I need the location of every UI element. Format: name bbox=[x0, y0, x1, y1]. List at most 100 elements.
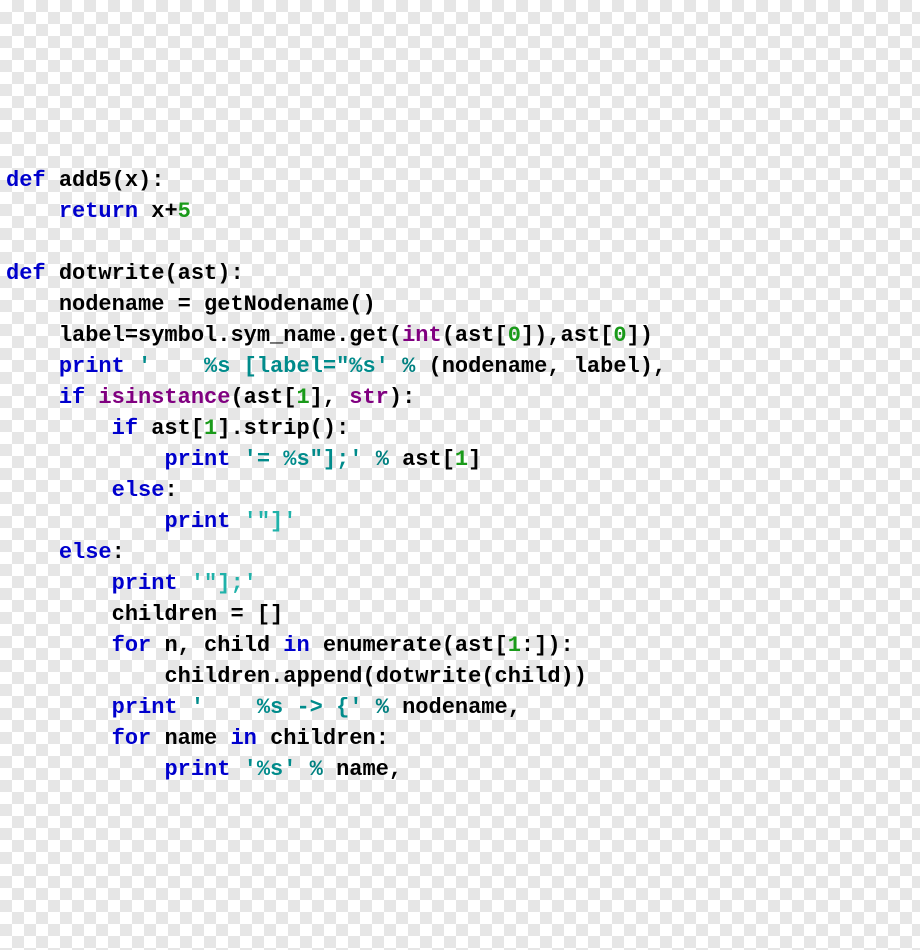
eq-op: = bbox=[230, 602, 243, 627]
keyword-else: else bbox=[112, 478, 165, 503]
rparen: ) bbox=[640, 354, 653, 379]
comma: , bbox=[178, 633, 191, 658]
colon: : bbox=[561, 633, 574, 658]
keyword-if: if bbox=[59, 385, 85, 410]
code-line: print '= %s"];' % ast[1] bbox=[6, 447, 481, 472]
keyword-print: print bbox=[164, 509, 230, 534]
keyword-def: def bbox=[6, 261, 46, 286]
keyword-in: in bbox=[283, 633, 309, 658]
slice: [1:] bbox=[495, 633, 548, 658]
identifier: get bbox=[349, 323, 389, 348]
colon: : bbox=[112, 540, 125, 565]
lbrack: [ bbox=[600, 323, 613, 348]
lbrack: [ bbox=[495, 323, 508, 348]
keyword-return: return bbox=[59, 199, 138, 224]
code-line: print ' %s -> {' % nodename, bbox=[6, 695, 521, 720]
code-line: print '"]' bbox=[6, 509, 296, 534]
comma: , bbox=[323, 385, 336, 410]
rbrack: ] bbox=[627, 323, 640, 348]
empty-list: [] bbox=[257, 602, 283, 627]
code-line: children = [] bbox=[6, 602, 283, 627]
lparen: ( bbox=[164, 261, 177, 286]
comma: , bbox=[389, 757, 402, 782]
colon: : bbox=[336, 416, 349, 441]
code-line bbox=[6, 230, 19, 255]
rparen: ) bbox=[217, 261, 230, 286]
identifier: nodename bbox=[59, 292, 165, 317]
lparen: ( bbox=[112, 168, 125, 193]
rparen: ) bbox=[547, 633, 560, 658]
comma: , bbox=[547, 354, 560, 379]
number: 0 bbox=[613, 323, 626, 348]
lparen: ( bbox=[428, 354, 441, 379]
colon: : bbox=[230, 261, 243, 286]
lparen: ( bbox=[230, 385, 243, 410]
param: x bbox=[125, 168, 138, 193]
lparen: ( bbox=[362, 664, 375, 689]
number: 0 bbox=[508, 323, 521, 348]
dot: . bbox=[270, 664, 283, 689]
builtin-int: int bbox=[402, 323, 442, 348]
func-name: dotwrite bbox=[59, 261, 165, 286]
rparen: ) bbox=[534, 323, 547, 348]
identifier: children bbox=[270, 726, 376, 751]
dot: . bbox=[217, 323, 230, 348]
builtin-isinstance: isinstance bbox=[98, 385, 230, 410]
code-line: else: bbox=[6, 478, 178, 503]
identifier: nodename bbox=[402, 695, 508, 720]
comma: , bbox=[508, 695, 521, 720]
keyword-print: print bbox=[112, 695, 178, 720]
code-line: return x+5 bbox=[6, 199, 191, 224]
rparen: ) bbox=[362, 292, 375, 317]
code-line: print ' %s [label="%s' % (nodename, labe… bbox=[6, 354, 666, 379]
code-line: else: bbox=[6, 540, 125, 565]
pct-op: % bbox=[376, 695, 389, 720]
code-line: def dotwrite(ast): bbox=[6, 261, 244, 286]
rbrack: ] bbox=[217, 416, 230, 441]
plus-op: + bbox=[164, 199, 177, 224]
comma: , bbox=[547, 323, 560, 348]
identifier: sym_name bbox=[230, 323, 336, 348]
identifier: ast bbox=[244, 385, 284, 410]
identifier: label bbox=[59, 323, 125, 348]
keyword-print: print bbox=[164, 447, 230, 472]
builtin-str: str bbox=[349, 385, 389, 410]
colon: : bbox=[151, 168, 164, 193]
code-line: if ast[1].strip(): bbox=[6, 416, 349, 441]
colon: : bbox=[376, 726, 389, 751]
keyword-in: in bbox=[230, 726, 256, 751]
code-line: print '"];' bbox=[6, 571, 257, 596]
identifier: name bbox=[336, 757, 389, 782]
rparen: ) bbox=[640, 323, 653, 348]
identifier: child bbox=[204, 633, 270, 658]
rparen: ) bbox=[389, 385, 402, 410]
string-literal: '%s' bbox=[244, 757, 297, 782]
identifier: append bbox=[283, 664, 362, 689]
identifier: dotwrite bbox=[376, 664, 482, 689]
keyword-for: for bbox=[112, 633, 152, 658]
identifier: label bbox=[574, 354, 640, 379]
string-literal: '= %s"];' bbox=[244, 447, 363, 472]
string-literal: ' %s -> {' bbox=[191, 695, 363, 720]
identifier: ast bbox=[455, 323, 495, 348]
dot: . bbox=[336, 323, 349, 348]
pct-op: % bbox=[376, 447, 389, 472]
number: 1 bbox=[296, 385, 309, 410]
code-line: if isinstance(ast[1], str): bbox=[6, 385, 415, 410]
code-line: def add5(x): bbox=[6, 168, 164, 193]
keyword-for: for bbox=[112, 726, 152, 751]
rparen: ) bbox=[561, 664, 574, 689]
dot: . bbox=[230, 416, 243, 441]
lparen: ( bbox=[481, 664, 494, 689]
identifier: symbol bbox=[138, 323, 217, 348]
code-line: print '%s' % name, bbox=[6, 757, 402, 782]
code-line: for n, child in enumerate(ast[1:]): bbox=[6, 633, 574, 658]
rparen: ) bbox=[323, 416, 336, 441]
param: ast bbox=[178, 261, 218, 286]
identifier: x bbox=[151, 199, 164, 224]
lparen: ( bbox=[389, 323, 402, 348]
lparen: ( bbox=[442, 323, 455, 348]
identifier: enumerate bbox=[323, 633, 442, 658]
eq-op: = bbox=[125, 323, 138, 348]
func-name: add5 bbox=[59, 168, 112, 193]
